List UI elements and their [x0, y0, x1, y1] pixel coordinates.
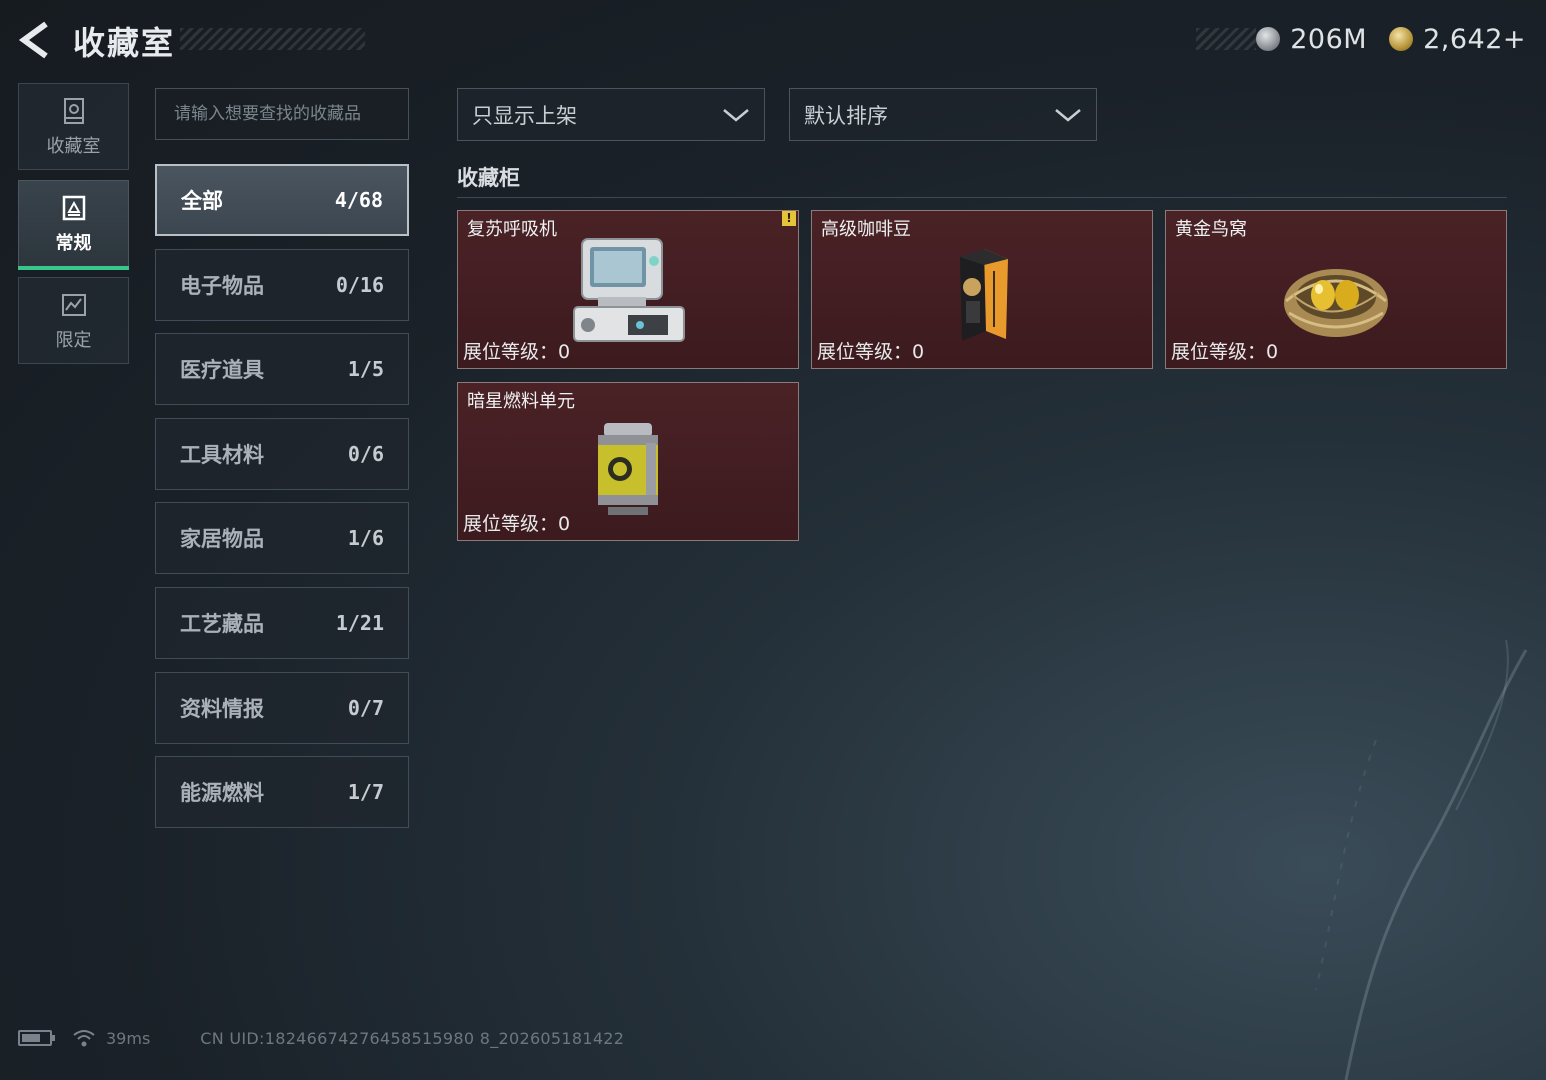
status-footer: 39ms CN UID:18246674276458515980 8_20260… [18, 1026, 624, 1050]
gold-currency-value[interactable]: 2,642+ [1423, 24, 1526, 55]
background-road-decoration [1315, 639, 1528, 1080]
item-name: 复苏呼吸机 [467, 219, 557, 240]
category-count: 4/68 [334, 188, 383, 212]
sort-value: 默认排序 [804, 103, 888, 128]
nav-item-regular[interactable]: 常规 [18, 180, 129, 270]
category-name: 医疗道具 [180, 358, 264, 383]
silver-currency-value: 206M [1290, 23, 1368, 55]
wifi-icon [73, 1030, 95, 1047]
category-all[interactable]: 全部 4/68 [155, 164, 409, 236]
battery-icon [18, 1030, 55, 1046]
currency-decoration [1196, 28, 1257, 50]
category-count: 0/7 [347, 695, 384, 720]
side-nav: 收藏室 常规 限定 [18, 83, 129, 374]
category-name: 资料情报 [180, 696, 264, 721]
item-level: 展位等级：0 [463, 513, 571, 535]
category-electronics[interactable]: 电子物品 0/16 [155, 248, 409, 321]
category-count: 1/6 [347, 526, 384, 551]
silver-coin-icon [1256, 27, 1281, 51]
category-name: 能源燃料 [180, 781, 264, 806]
search-input[interactable] [155, 88, 409, 140]
category-count: 1/7 [347, 780, 384, 805]
category-count: 0/6 [347, 441, 384, 466]
nav-item-vault[interactable]: 收藏室 [18, 83, 129, 170]
top-bar: 收藏室 206M 2,642+ [0, 0, 1546, 80]
category-name: 家居物品 [180, 527, 264, 552]
nav-label-limited: 限定 [55, 329, 92, 351]
category-count: 0/16 [335, 272, 384, 297]
section-divider [457, 197, 1507, 198]
item-name: 黄金鸟窝 [1175, 219, 1247, 240]
vault-icon [63, 97, 84, 124]
limited-icon [61, 293, 86, 316]
item-card-golden-nest[interactable]: 黄金鸟窝 展位等级：0 [1165, 210, 1507, 369]
fuel-canister-icon [598, 423, 658, 515]
category-medical[interactable]: 医疗道具 1/5 [155, 333, 409, 406]
item-level: 展位等级：0 [1171, 341, 1279, 363]
currency-bar: 206M 2,642+ [1196, 22, 1538, 56]
item-name: 高级咖啡豆 [821, 219, 911, 240]
gold-coin-icon [1389, 27, 1414, 51]
back-button[interactable] [16, 20, 56, 60]
ping-value: 39ms [106, 1028, 151, 1048]
nav-label-regular: 常规 [55, 232, 92, 254]
category-household[interactable]: 家居物品 1/6 [155, 502, 409, 575]
category-list: 全部 4/68 电子物品 0/16 医疗道具 1/5 工具材料 0/6 家居物品… [155, 164, 409, 841]
section-title: 收藏柜 [457, 166, 520, 190]
category-tools[interactable]: 工具材料 0/6 [155, 417, 409, 490]
nav-label-vault: 收藏室 [46, 135, 101, 157]
category-crafts[interactable]: 工艺藏品 1/21 [155, 586, 409, 659]
page-title: 收藏室 [73, 24, 176, 62]
shelf-filter-value: 只显示上架 [472, 103, 577, 128]
item-card-fuel-cell[interactable]: 暗星燃料单元 展位等级：0 [457, 382, 799, 541]
back-arrow-icon [18, 21, 48, 59]
coffee-bag-icon [960, 249, 1008, 341]
category-name: 工艺藏品 [180, 611, 264, 636]
category-name: 工具材料 [180, 442, 264, 467]
collection-icon [62, 195, 85, 220]
alert-badge: ! [782, 211, 796, 226]
category-count: 1/21 [335, 610, 384, 635]
item-card-coffee[interactable]: 高级咖啡豆 展位等级：0 [811, 210, 1153, 369]
ventilator-icon [573, 238, 685, 342]
category-energy[interactable]: 能源燃料 1/7 [155, 756, 409, 829]
user-uid: CN UID:18246674276458515980 8_2026051814… [200, 1028, 625, 1048]
golden-nest-icon [1284, 269, 1388, 337]
chevron-down-icon [723, 108, 749, 122]
item-name: 暗星燃料单元 [467, 391, 575, 412]
shelf-filter-dropdown[interactable]: 只显示上架 [457, 88, 765, 141]
category-name: 全部 [181, 189, 223, 213]
item-card-ventilator[interactable]: 复苏呼吸机 ! 展位等级：0 [457, 210, 799, 369]
title-decoration [180, 28, 365, 50]
item-level: 展位等级：0 [463, 341, 571, 363]
chevron-down-icon [1055, 108, 1081, 122]
category-name: 电子物品 [180, 273, 264, 298]
category-count: 1/5 [347, 357, 384, 382]
sort-dropdown[interactable]: 默认排序 [789, 88, 1097, 141]
nav-item-limited[interactable]: 限定 [18, 277, 129, 364]
category-intel[interactable]: 资料情报 0/7 [155, 671, 409, 744]
item-level: 展位等级：0 [817, 341, 925, 363]
